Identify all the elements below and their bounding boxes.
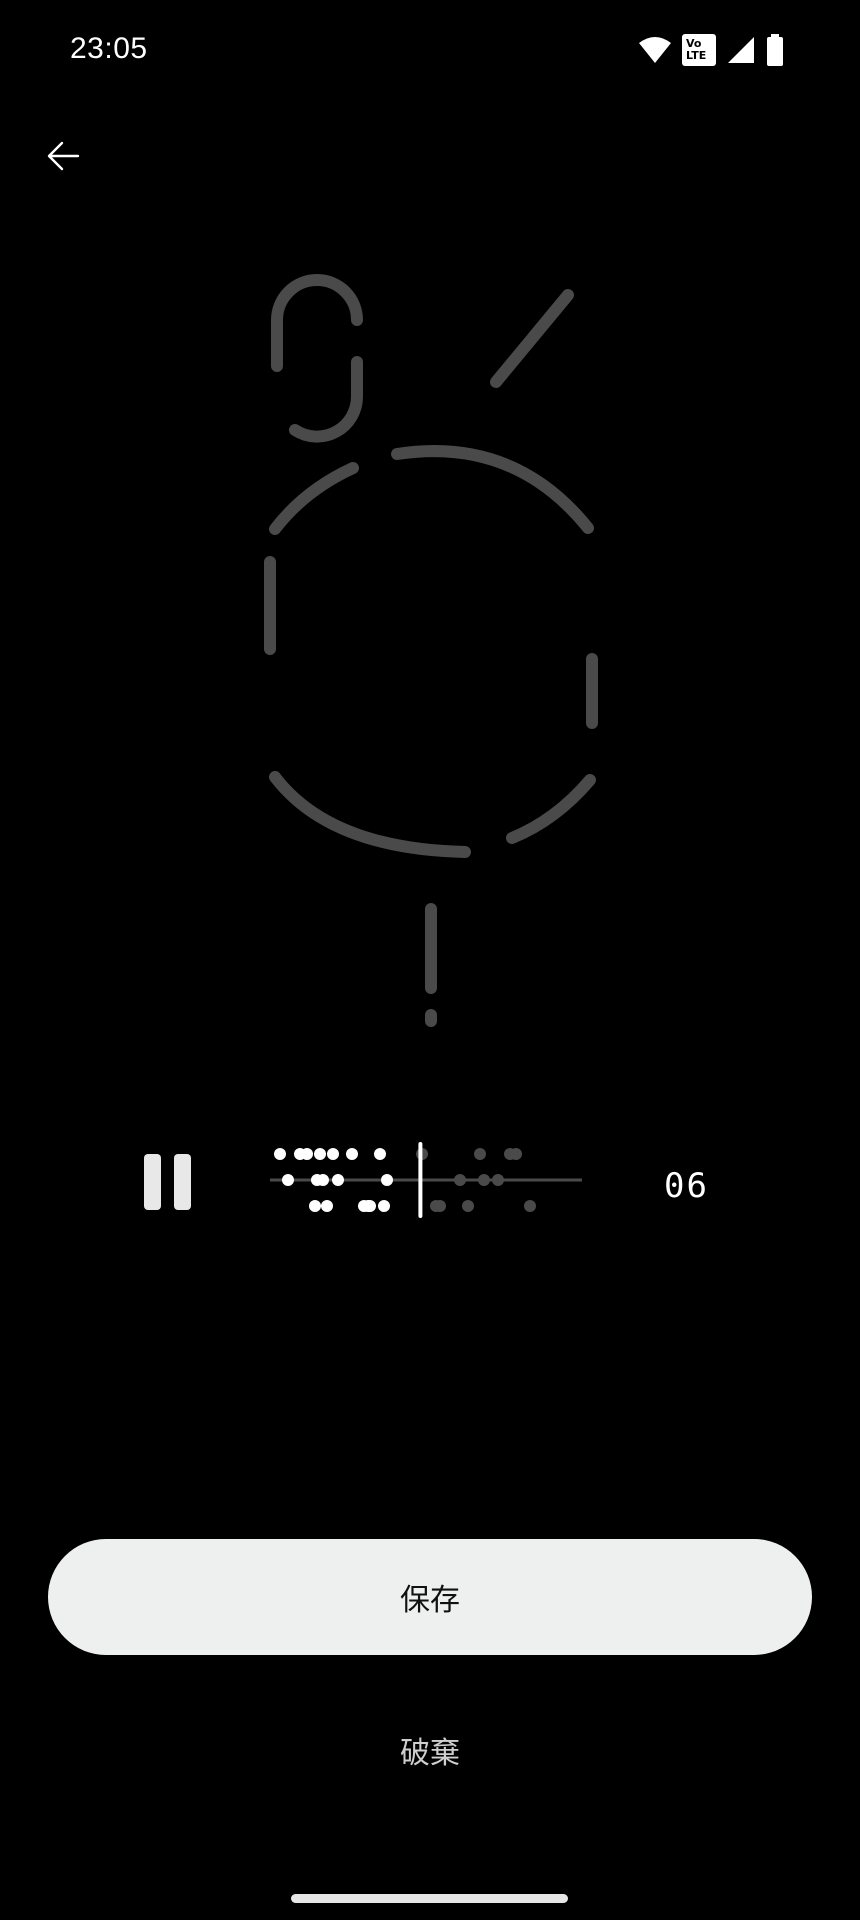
waveform-dot (309, 1200, 321, 1212)
glyph-camera-segment-lower (289, 356, 364, 443)
waveform-dot (474, 1148, 486, 1160)
waveform-dot (364, 1200, 376, 1212)
playback-waveform[interactable] (270, 1140, 590, 1220)
glyph-ring-top-left (269, 462, 359, 535)
glyph-ring-bottom-left (269, 771, 471, 858)
waveform-dot (524, 1200, 536, 1212)
playhead[interactable] (418, 1142, 423, 1218)
waveform-dot (317, 1174, 329, 1186)
waveform-dot (434, 1200, 446, 1212)
glyph-camera-segment (271, 274, 363, 372)
waveform-dot (282, 1174, 294, 1186)
glyph-diagonal-segment (490, 289, 574, 388)
waveform-dot (381, 1174, 393, 1186)
save-button[interactable]: 保存 (48, 1539, 812, 1655)
playback-controls: 06 (0, 1130, 860, 1230)
waveform-dot (274, 1148, 286, 1160)
waveform-dot (462, 1200, 474, 1212)
glyph-pattern (264, 274, 598, 1027)
waveform-dot (346, 1148, 358, 1160)
waveform-dot (327, 1148, 339, 1160)
discard-button[interactable]: 破棄 (330, 1720, 530, 1780)
waveform-dot (321, 1200, 333, 1212)
waveform-dot (454, 1174, 466, 1186)
waveform-dot (332, 1174, 344, 1186)
pause-bar-right (174, 1154, 191, 1210)
waveform-dot (314, 1148, 326, 1160)
home-indicator[interactable] (291, 1894, 568, 1903)
pause-button[interactable] (140, 1150, 196, 1212)
glyph-ring-bottom-right (506, 774, 596, 844)
timer-readout: 06 (664, 1166, 709, 1206)
waveform-dot (478, 1174, 490, 1186)
waveform-dot (378, 1200, 390, 1212)
waveform-dot (301, 1148, 313, 1160)
waveform-dot (492, 1174, 504, 1186)
pause-bar-left (144, 1154, 161, 1210)
waveform-dot (374, 1148, 386, 1160)
glyph-ring-top-right (391, 445, 594, 534)
waveform-dot (510, 1148, 522, 1160)
